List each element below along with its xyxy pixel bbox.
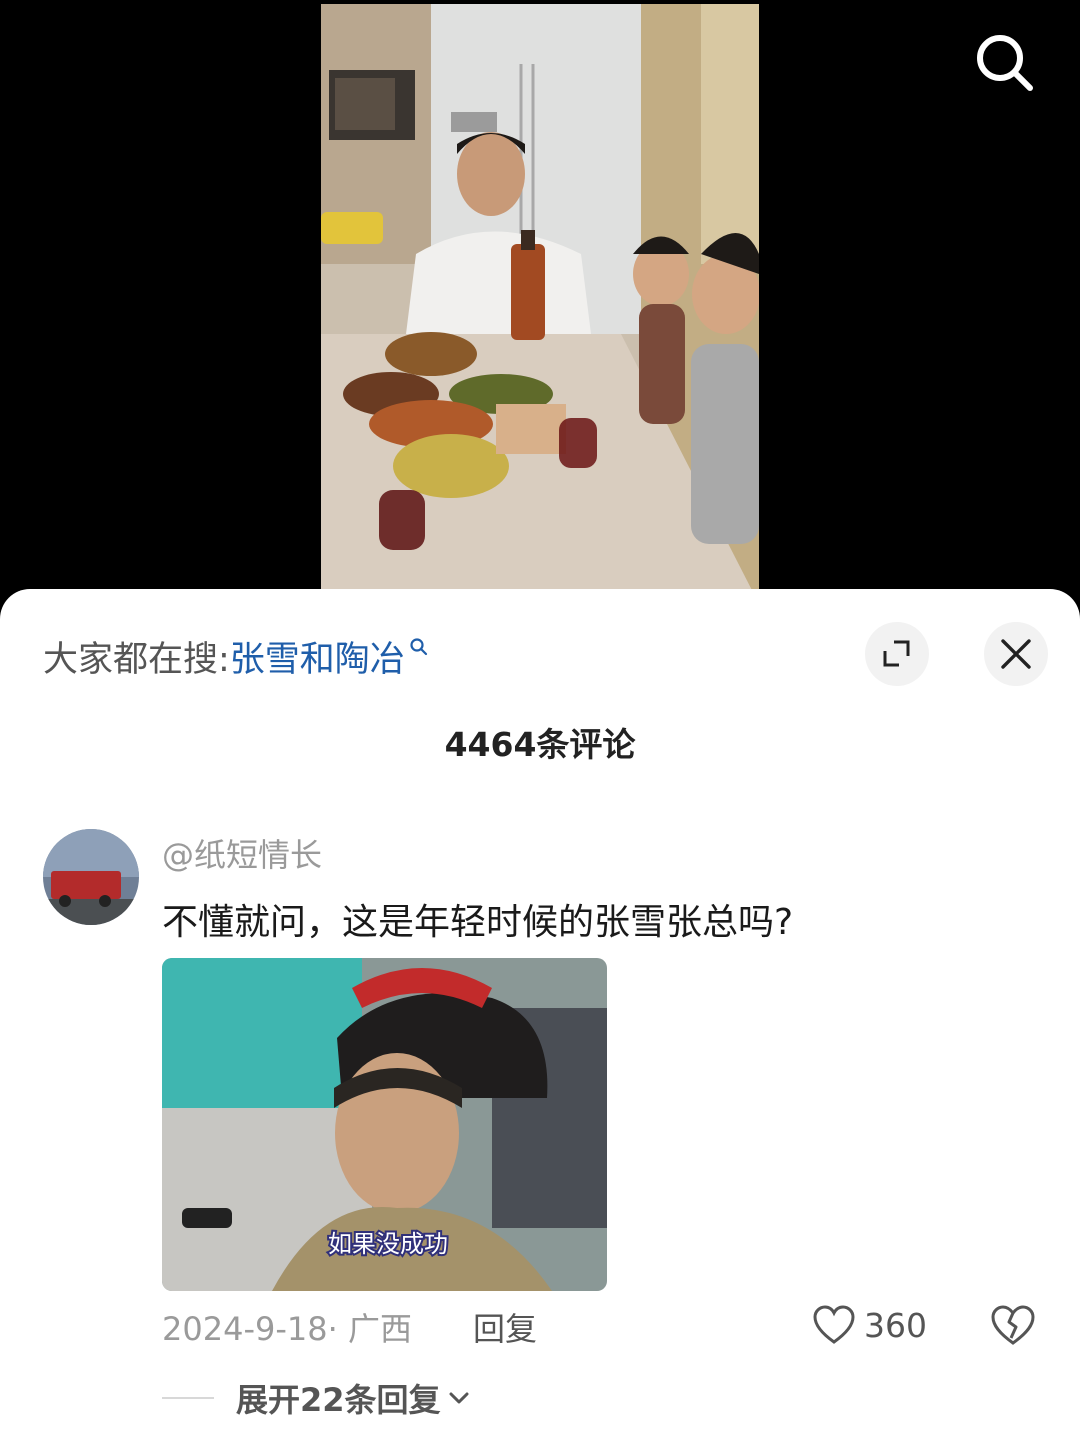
search-button[interactable] bbox=[970, 30, 1040, 94]
avatar-image bbox=[43, 829, 139, 925]
divider-line bbox=[162, 1397, 214, 1399]
screen: 大家都在搜: 张雪和陶冶 4464条评论 @纸短情长 不懂就问，这是年轻时候的张… bbox=[0, 0, 1080, 1450]
avatar[interactable] bbox=[43, 829, 139, 925]
reply-button[interactable]: 回复 bbox=[473, 1304, 537, 1350]
comment-text: 不懂就问，这是年轻时候的张雪张总吗? bbox=[162, 902, 794, 943]
hot-search-bar: 大家都在搜: 张雪和陶冶 bbox=[43, 632, 429, 680]
broken-heart-icon bbox=[991, 1305, 1035, 1345]
expand-replies-button[interactable]: 展开22条回复 bbox=[162, 1376, 471, 1420]
image-caption: 如果没成功 bbox=[328, 1230, 448, 1258]
comment-count: 4464条评论 bbox=[444, 725, 636, 764]
expand-icon bbox=[883, 640, 910, 667]
comment-image[interactable]: 如果没成功 bbox=[162, 958, 607, 1291]
heart-icon bbox=[813, 1305, 855, 1344]
video-player[interactable] bbox=[321, 4, 759, 604]
expand-replies-label: 展开22条回复 bbox=[236, 1381, 441, 1419]
comment-meta: 2024-9-18· 广西 bbox=[162, 1304, 412, 1350]
close-icon bbox=[1001, 639, 1031, 669]
comment-date: 2024-9-18 bbox=[162, 1310, 328, 1348]
username[interactable]: @纸短情长 bbox=[162, 830, 322, 876]
comment-image-photo: 如果没成功 bbox=[162, 958, 607, 1291]
dislike-button[interactable] bbox=[990, 1304, 1036, 1346]
comment-location: · 广西 bbox=[327, 1310, 412, 1348]
like-button[interactable]: 360 bbox=[812, 1302, 927, 1348]
hot-search-prefix: 大家都在搜: bbox=[43, 639, 230, 680]
chevron-down-icon bbox=[449, 1392, 469, 1404]
search-icon bbox=[977, 35, 1033, 91]
like-count: 360 bbox=[864, 1305, 927, 1345]
search-icon bbox=[410, 638, 427, 656]
expand-button[interactable] bbox=[865, 622, 929, 686]
video-frame-image bbox=[321, 4, 759, 604]
close-button[interactable] bbox=[984, 622, 1048, 686]
hot-search-term[interactable]: 张雪和陶冶 bbox=[230, 631, 405, 682]
